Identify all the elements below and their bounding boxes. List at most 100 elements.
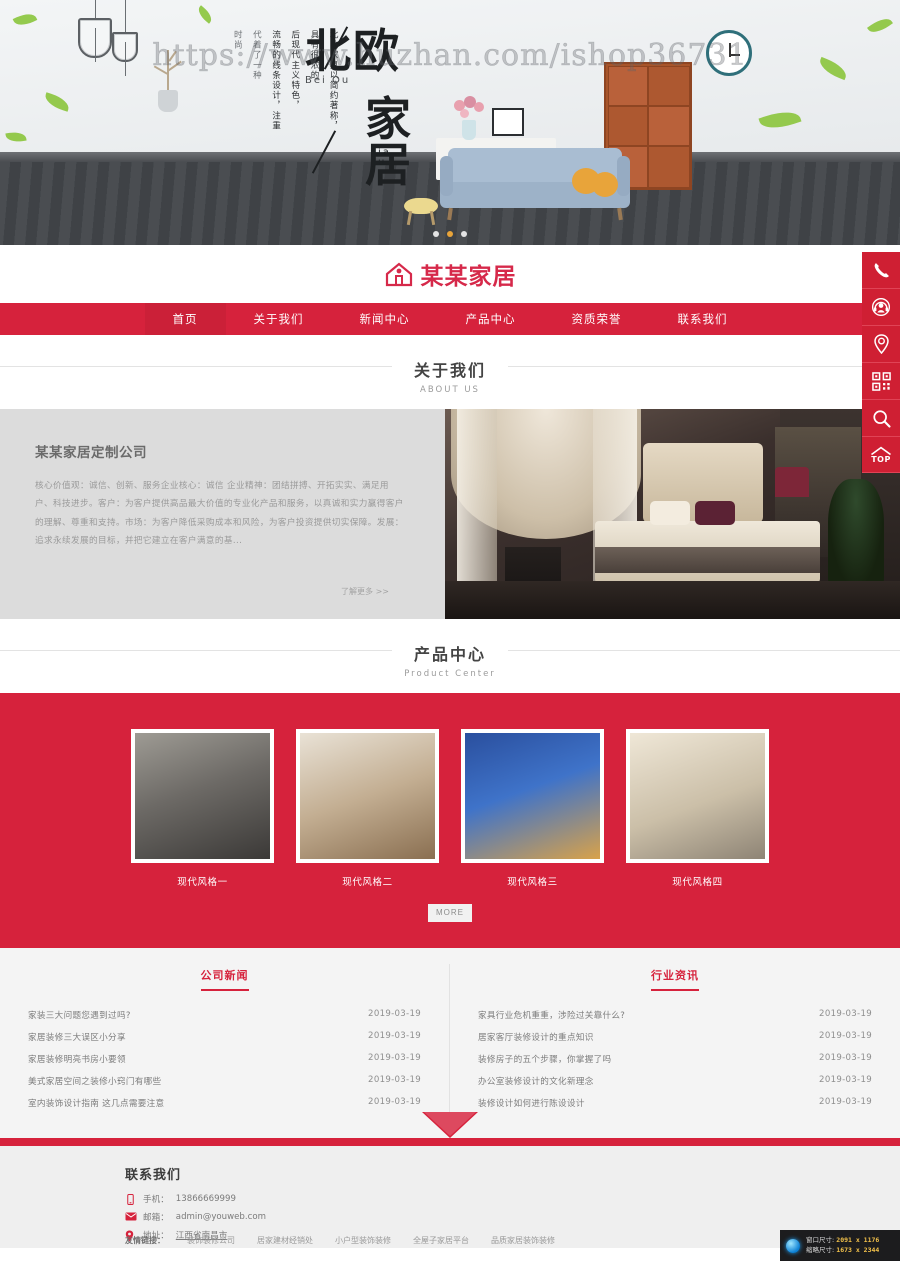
friendly-link[interactable]: 全屋子家居平台 — [413, 1235, 469, 1246]
search-icon — [872, 409, 891, 428]
news-title: 办公室装修设计的文化新理念 — [478, 1077, 594, 1087]
about-section: 某某家居定制公司 核心价值观：诚信、创新、服务企业核心：诚信 企业精神：团结拼搏… — [0, 409, 900, 619]
sidebar-back-to-top-button[interactable]: TOP — [862, 437, 900, 473]
news-row[interactable]: 居家客厅装修设计的重点知识 2019-03-19 — [464, 1026, 886, 1048]
product-card[interactable]: 现代风格一 — [131, 729, 274, 888]
thumb-size-row: 缩略尺寸: 1673 x 2344 — [806, 1246, 879, 1255]
banner-dot[interactable] — [461, 231, 467, 237]
headset-icon — [871, 297, 891, 317]
industry-news-column: 行业资讯 家具行业危机重重，涉险过关靠什么? 2019-03-19 居家客厅装修… — [450, 964, 900, 1114]
back-to-top-label: TOP — [871, 454, 891, 464]
news-row[interactable]: 办公室装修设计的文化新理念 2019-03-19 — [464, 1070, 886, 1092]
about-body-text: 核心价值观：诚信、创新、服务企业核心：诚信 企业精神：团结拼搏、开拓实实、满足用… — [35, 481, 404, 547]
news-row[interactable]: 家具行业危机重重，涉险过关靠什么? 2019-03-19 — [464, 1004, 886, 1026]
mail-icon — [125, 1212, 137, 1223]
nav-item-products[interactable]: 产品中心 — [438, 303, 544, 335]
product-card[interactable]: 现代风格二 — [296, 729, 439, 888]
company-news-column: 公司新闻 家装三大问题您遇到过吗? 2019-03-19 家居装修三大误区小分享… — [0, 964, 450, 1114]
friendly-links-label: 友情链接： — [125, 1236, 165, 1245]
sidebar-location-button[interactable] — [862, 326, 900, 363]
product-name: 现代风格四 — [672, 877, 723, 888]
news-row[interactable]: 家居装修三大误区小分享 2019-03-19 — [14, 1026, 435, 1048]
news-title: 家具行业危机重重，涉险过关靠什么? — [478, 1011, 626, 1021]
nav-item-contact[interactable]: 联系我们 — [650, 303, 756, 335]
news-row[interactable]: 装修房子的五个步骤，你掌握了吗 2019-03-19 — [464, 1048, 886, 1070]
product-name: 现代风格三 — [507, 877, 558, 888]
about-title-en: ABOUT US — [420, 385, 480, 395]
product-name: 现代风格二 — [342, 877, 393, 888]
flower-vase-decor — [452, 96, 486, 140]
site-footer: 联系我们 手机： 13866669999 邮箱： admin@youweb.co… — [0, 1146, 900, 1248]
news-row[interactable]: 装修设计如何进行陈设设计 2019-03-19 — [464, 1092, 886, 1114]
company-news-tab-label: 公司新闻 — [200, 967, 249, 991]
site-logo[interactable]: 某某家居 — [384, 257, 517, 291]
footer-phone-label: 手机： — [143, 1195, 169, 1205]
about-section-title: 关于我们 ABOUT US — [0, 335, 900, 409]
status-orb-icon — [786, 1238, 800, 1253]
company-news-tab[interactable]: 公司新闻 — [14, 964, 435, 991]
news-row[interactable]: 家居装修明亮书房小要领 2019-03-19 — [14, 1048, 435, 1070]
news-date: 2019-03-19 — [368, 1053, 421, 1063]
thumb-size-value: 1673 x 2344 — [836, 1245, 880, 1254]
products-more-button[interactable]: MORE — [428, 904, 472, 922]
hero-banner[interactable]: 时尚 代着了一种 流畅的线条设计，注重 后现代主义特色， 具有很浓的 北欧家具以… — [0, 0, 900, 245]
sidebar-online-service-button[interactable] — [862, 289, 900, 326]
friendly-link[interactable]: 装饰装修公司 — [187, 1235, 235, 1246]
window-size-value: 2091 x 1176 — [836, 1236, 880, 1245]
footer-heading: 联系我们 — [125, 1168, 182, 1183]
news-date: 2019-03-19 — [819, 1009, 872, 1019]
news-date: 2019-03-19 — [819, 1053, 872, 1063]
product-thumbnail[interactable] — [131, 729, 274, 863]
nav-item-news[interactable]: 新闻中心 — [332, 303, 438, 335]
news-date: 2019-03-19 — [819, 1097, 872, 1107]
banner-slider-dots[interactable] — [0, 231, 900, 237]
product-thumbnail[interactable] — [626, 729, 769, 863]
news-title: 装修设计如何进行陈设设计 — [478, 1099, 585, 1109]
phone-icon — [872, 261, 891, 280]
window-size-label: 窗口尺寸: — [806, 1236, 835, 1245]
friendly-link[interactable]: 小户型装饰装修 — [335, 1235, 391, 1246]
news-title: 家居装修明亮书房小要领 — [28, 1055, 126, 1065]
banner-title-secondary-pinyin: Jia Ju — [373, 147, 391, 168]
product-thumbnail[interactable] — [296, 729, 439, 863]
products-title-en: Product Center — [404, 669, 496, 679]
friendly-link[interactable]: 品质家居装饰装修 — [491, 1235, 555, 1246]
main-navigation[interactable]: 首页 关于我们 新闻中心 产品中心 资质荣誉 联系我们 — [0, 303, 900, 335]
news-row[interactable]: 室内装饰设计指南 这几点需要注意 2019-03-19 — [14, 1092, 435, 1114]
news-row[interactable]: 家装三大问题您遇到过吗? 2019-03-19 — [14, 1004, 435, 1026]
footer-contact-email: 邮箱： admin@youweb.com — [125, 1211, 900, 1223]
nav-item-about[interactable]: 关于我们 — [226, 303, 332, 335]
page-root: 时尚 代着了一种 流畅的线条设计，注重 后现代主义特色， 具有很浓的 北欧家具以… — [0, 0, 900, 1261]
industry-news-tab[interactable]: 行业资讯 — [464, 964, 886, 991]
nav-item-home[interactable]: 首页 — [144, 303, 226, 335]
news-title: 居家客厅装修设计的重点知识 — [478, 1033, 594, 1043]
footer-accent-bar — [0, 1138, 900, 1146]
news-title: 美式家居空间之装修小窍门有哪些 — [28, 1077, 162, 1087]
product-card[interactable]: 现代风格四 — [626, 729, 769, 888]
sidebar-phone-button[interactable] — [862, 252, 900, 289]
cushion-decor — [592, 172, 618, 197]
company-news-list: 家装三大问题您遇到过吗? 2019-03-19 家居装修三大误区小分享 2019… — [14, 1004, 435, 1114]
news-date: 2019-03-19 — [368, 1075, 421, 1085]
products-section-title: 产品中心 Product Center — [0, 619, 900, 693]
logo-text: 某某家居 — [420, 264, 517, 290]
friendly-link[interactable]: 居家建材经销处 — [257, 1235, 313, 1246]
banner-dot-active[interactable] — [447, 231, 453, 237]
floating-sidebar[interactable]: TOP — [862, 252, 900, 473]
thumb-size-label: 缩略尺寸: — [806, 1245, 835, 1254]
house-icon — [384, 261, 414, 287]
sidebar-qrcode-button[interactable] — [862, 363, 900, 400]
news-row[interactable]: 美式家居空间之装修小窍门有哪些 2019-03-19 — [14, 1070, 435, 1092]
picture-frame-decor — [492, 108, 524, 136]
product-card[interactable]: 现代风格三 — [461, 729, 604, 888]
news-date: 2019-03-19 — [368, 1097, 421, 1107]
banner-dot[interactable] — [433, 231, 439, 237]
news-title: 装修房子的五个步骤，你掌握了吗 — [478, 1055, 612, 1065]
about-more-link[interactable]: 了解更多 >> — [341, 586, 389, 597]
about-photo — [445, 409, 900, 619]
about-text-panel: 某某家居定制公司 核心价值观：诚信、创新、服务企业核心：诚信 企业精神：团结拼搏… — [0, 409, 445, 619]
sidebar-search-button[interactable] — [862, 400, 900, 437]
product-thumbnail[interactable] — [461, 729, 604, 863]
screen-size-widget[interactable]: 窗口尺寸: 2091 x 1176 缩略尺寸: 1673 x 2344 — [780, 1230, 900, 1261]
nav-item-honors[interactable]: 资质荣誉 — [544, 303, 650, 335]
